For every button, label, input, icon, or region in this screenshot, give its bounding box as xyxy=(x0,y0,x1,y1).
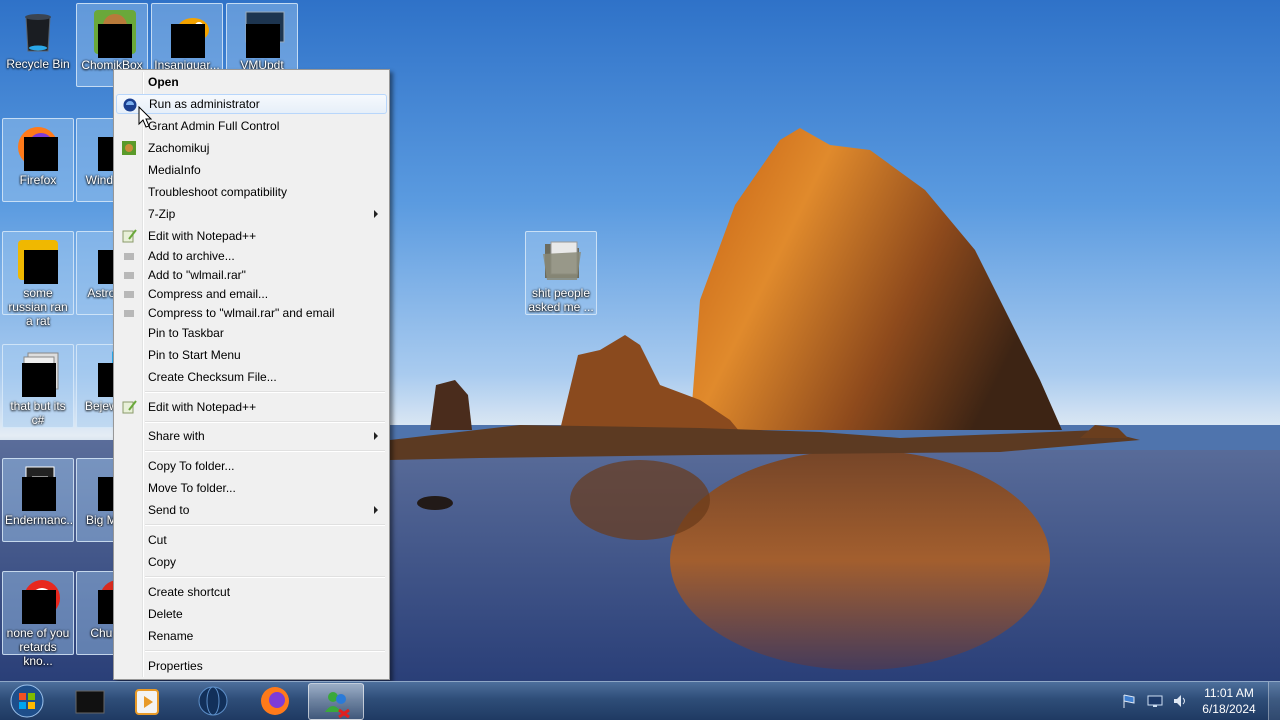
menu-item-create-shortcut[interactable]: Create shortcut xyxy=(116,582,387,602)
menu-item-grant-admin[interactable]: Grant Admin Full Control xyxy=(116,116,387,136)
firefox-icon xyxy=(261,687,289,715)
taskbar: 11:01 AM 6/18/2024 xyxy=(0,681,1280,720)
desktop-icon-folder[interactable]: shit people asked me ... xyxy=(525,231,597,315)
desktop-icon-that-but-its-csharp[interactable]: that but its c# xyxy=(2,344,74,428)
shield-icon xyxy=(122,98,138,112)
desktop-icon-endermanch[interactable]: Endermanc... xyxy=(2,458,74,542)
taskbar-app-firefox[interactable] xyxy=(247,683,303,720)
menu-item-cut[interactable]: Cut xyxy=(116,530,387,550)
menu-item-compress-to-rar-email[interactable]: Compress to "wlmail.rar" and email xyxy=(116,303,387,323)
notepad-icon xyxy=(121,229,137,243)
desktop-icon-label: Firefox xyxy=(19,173,57,187)
menu-item-add-to-archive[interactable]: Add to archive... xyxy=(116,246,387,266)
desktop-icon-label: shit people asked me ... xyxy=(528,286,594,314)
fish-icon xyxy=(163,8,211,58)
notepad-icon xyxy=(121,400,137,414)
menu-item-create-checksum[interactable]: Create Checksum File... xyxy=(116,367,387,387)
menu-item-edit-notepad[interactable]: Edit with Notepad++ xyxy=(116,226,387,246)
recycle-bin-icon xyxy=(14,7,62,55)
desktop-icon-label: some russian ran a rat xyxy=(8,286,68,328)
menu-separator xyxy=(145,421,385,423)
tray-network-icon[interactable] xyxy=(1146,693,1164,709)
taskbar-clock[interactable]: 11:01 AM 6/18/2024 xyxy=(1190,685,1268,717)
submenu-arrow-icon xyxy=(374,432,378,440)
messenger-icon xyxy=(325,692,350,719)
menu-item-troubleshoot[interactable]: Troubleshoot compatibility xyxy=(116,182,387,202)
menu-item-copy[interactable]: Copy xyxy=(116,552,387,572)
monitor-icon xyxy=(238,8,286,58)
menu-item-pin-taskbar[interactable]: Pin to Taskbar xyxy=(116,323,387,343)
desktop-icon-label: that but its c# xyxy=(10,399,66,427)
desktop-icon-some-russian[interactable]: e some russian ran a rat xyxy=(2,231,74,328)
menu-item-open[interactable]: Open xyxy=(116,72,387,92)
app-icon xyxy=(14,576,62,624)
menu-item-pin-start[interactable]: Pin to Start Menu xyxy=(116,345,387,365)
menu-item-send-to[interactable]: Send to xyxy=(116,500,387,520)
winrar-icon xyxy=(121,287,137,301)
menu-separator xyxy=(145,450,385,452)
mouse-cursor-icon xyxy=(138,106,152,128)
menu-separator xyxy=(145,576,385,578)
winrar-icon xyxy=(121,306,137,320)
taskbar-app-globe[interactable] xyxy=(185,683,241,720)
firefox-icon xyxy=(14,123,62,171)
menu-separator xyxy=(145,650,385,652)
submenu-arrow-icon xyxy=(374,210,378,218)
context-menu: Open Run as administrator Grant Admin Fu… xyxy=(113,69,390,680)
menu-separator xyxy=(145,524,385,526)
menu-item-compress-email[interactable]: Compress and email... xyxy=(116,284,387,304)
taskbar-app-messenger[interactable] xyxy=(308,683,364,720)
tray-flag-icon[interactable] xyxy=(1121,693,1137,709)
app-icon: e xyxy=(14,236,62,284)
menu-item-run-as-administrator[interactable]: Run as administrator xyxy=(116,94,387,114)
menu-item-7zip[interactable]: 7-Zip xyxy=(116,204,387,224)
chomikbox-icon xyxy=(88,8,136,58)
desktop-icon-label: Endermanc... xyxy=(5,513,73,527)
menu-item-mediainfo[interactable]: MediaInfo xyxy=(116,160,387,180)
media-player-icon xyxy=(135,689,159,715)
desktop-icon-recycle-bin[interactable]: Recycle Bin xyxy=(2,3,74,87)
menu-item-zachomikuj[interactable]: Zachomikuj xyxy=(116,138,387,158)
menu-item-move-to-folder[interactable]: Move To folder... xyxy=(116,478,387,498)
start-orb-icon xyxy=(10,684,44,718)
taskbar-app-media-player[interactable] xyxy=(120,683,176,720)
start-button[interactable] xyxy=(2,683,52,720)
menu-item-properties[interactable]: Properties xyxy=(116,656,387,676)
menu-item-share-with[interactable]: Share with xyxy=(116,426,387,446)
folder-shortcut-icon xyxy=(14,349,62,397)
clock-time: 11:01 AM xyxy=(1204,686,1254,700)
menu-separator xyxy=(145,391,385,393)
menu-item-copy-to-folder[interactable]: Copy To folder... xyxy=(116,456,387,476)
winrar-icon xyxy=(121,268,137,282)
clock-date: 6/18/2024 xyxy=(1202,702,1256,716)
menu-item-edit-notepad-2[interactable]: Edit with Notepad++ xyxy=(116,397,387,417)
document-icon xyxy=(14,463,62,511)
menu-item-rename[interactable]: Rename xyxy=(116,626,387,646)
show-desktop-button[interactable] xyxy=(1268,682,1280,720)
chomikbox-icon xyxy=(121,141,137,155)
folder-icon xyxy=(537,236,585,284)
desktop-icon-firefox[interactable]: Firefox xyxy=(2,118,74,202)
menu-item-add-to-rar[interactable]: Add to "wlmail.rar" xyxy=(116,265,387,285)
desktop-icon-label: Recycle Bin xyxy=(6,57,70,71)
desktop-icon-none-of-you[interactable]: none of you retards kno... xyxy=(2,571,74,668)
tray-volume-icon[interactable] xyxy=(1172,693,1188,709)
desktop-icon-label: none of you retards kno... xyxy=(6,626,70,668)
winrar-icon xyxy=(121,249,137,263)
submenu-arrow-icon xyxy=(374,506,378,514)
globe-icon xyxy=(198,686,228,716)
taskbar-app-terminal[interactable] xyxy=(62,683,118,720)
menu-item-delete[interactable]: Delete xyxy=(116,604,387,624)
terminal-icon xyxy=(75,690,105,714)
